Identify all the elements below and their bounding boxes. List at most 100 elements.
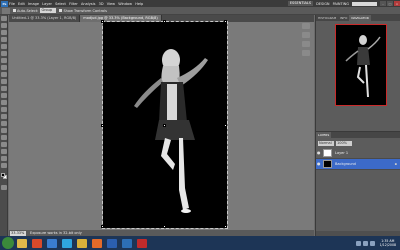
3d-rotate-tool-icon[interactable] (1, 142, 7, 147)
lock-icon: ▪ (394, 162, 397, 166)
clone-stamp-tool-icon[interactable] (1, 72, 7, 77)
move-tool-icon[interactable] (1, 16, 7, 21)
system-tray: 1:35 AM 1/12/2008 (355, 236, 400, 250)
menu-image[interactable]: Image (28, 2, 39, 6)
menu-file[interactable]: File (9, 2, 15, 6)
transform-center-point[interactable] (163, 124, 166, 127)
layer-row-background[interactable]: ● Background ▪ (316, 159, 400, 170)
transform-controls-checkbox[interactable] (59, 9, 63, 12)
nav-torso-shape (357, 47, 370, 65)
transform-handle[interactable] (163, 225, 166, 228)
blur-tool-icon[interactable] (1, 100, 7, 105)
layers-panel: LAYERS Normal 100% ● Layer 1 ● Backgroun… (316, 131, 400, 236)
dodge-tool-icon[interactable] (1, 107, 7, 112)
blend-mode-dropdown[interactable]: Normal (318, 140, 334, 146)
history-panel-icon[interactable] (302, 23, 310, 29)
menu-3d[interactable]: 3D (99, 2, 104, 6)
workspace-painting-link[interactable]: PAINTING (333, 2, 349, 6)
hand-tool-icon[interactable] (1, 156, 7, 161)
workspace-design-link[interactable]: DESIGN (316, 2, 330, 6)
maximize-icon[interactable]: □ (387, 1, 393, 6)
word-icon[interactable] (107, 238, 117, 248)
photoshop-icon[interactable] (122, 238, 132, 248)
menu-bar: File Edit Image Layer Select Filter Anal… (9, 2, 146, 6)
transform-handle[interactable] (224, 124, 227, 127)
volume-icon[interactable] (362, 240, 368, 246)
transform-handle[interactable] (224, 225, 227, 228)
menu-select[interactable]: Select (55, 2, 66, 6)
healing-brush-tool-icon[interactable] (1, 58, 7, 63)
skirt-shape (155, 120, 195, 140)
clone-source-panel-icon[interactable] (302, 50, 310, 56)
chrome-icon[interactable] (77, 238, 87, 248)
minimize-icon[interactable]: – (380, 1, 386, 6)
menu-analysis[interactable]: Analysis (81, 2, 95, 6)
eyedropper-tool-icon[interactable] (1, 51, 7, 56)
document-canvas[interactable] (101, 20, 228, 229)
pen-tool-icon[interactable] (1, 114, 7, 119)
transform-handle[interactable] (101, 225, 104, 228)
layer-row-layer-1[interactable]: ● Layer 1 (316, 148, 400, 159)
visibility-eye-icon[interactable]: ● (317, 162, 321, 166)
quick-mask-icon[interactable] (1, 185, 7, 190)
auto-select-checkbox[interactable] (13, 9, 16, 12)
menu-help[interactable]: Help (135, 2, 143, 6)
eraser-tool-icon[interactable] (1, 86, 7, 91)
media-player-icon[interactable] (32, 238, 42, 248)
transform-handle[interactable] (224, 20, 227, 23)
lasso-tool-icon[interactable] (1, 30, 7, 35)
tab-untitled-1[interactable]: Untitled-1 @ 33.3% (Layer 1, RGB/8) (9, 15, 81, 22)
menu-filter[interactable]: Filter (69, 2, 78, 6)
tab-modjud[interactable]: modjud.jpg @ 33.3% (Background, RGB/8) (80, 15, 162, 22)
foreground-color-swatch[interactable] (1, 173, 5, 177)
flag-icon[interactable] (369, 240, 375, 246)
clock[interactable]: 1:35 AM 1/12/2008 (380, 239, 396, 247)
history-brush-tool-icon[interactable] (1, 79, 7, 84)
gradient-tool-icon[interactable] (1, 93, 7, 98)
skype-icon[interactable] (62, 238, 72, 248)
menu-layer[interactable]: Layer (42, 2, 52, 6)
path-select-tool-icon[interactable] (1, 128, 7, 133)
collapsed-panel-icons (300, 22, 312, 82)
brush-tool-icon[interactable] (1, 65, 7, 70)
browser-icon[interactable] (47, 238, 57, 248)
3d-orbit-tool-icon[interactable] (1, 149, 7, 154)
menu-view[interactable]: View (107, 2, 115, 6)
nav-leg-shape (356, 66, 365, 84)
menu-edit[interactable]: Edit (18, 2, 25, 6)
left-arm-shape (134, 78, 163, 108)
layer-name: Background (335, 162, 356, 166)
opacity-field[interactable]: 100% (336, 140, 352, 146)
color-swatches[interactable] (0, 172, 8, 184)
auto-select-dropdown[interactable]: Group (40, 8, 57, 13)
quick-select-tool-icon[interactable] (1, 37, 7, 42)
transform-handle[interactable] (101, 124, 104, 127)
close-icon[interactable]: × (394, 1, 400, 6)
auto-select-label: Auto-Select: (17, 8, 39, 13)
network-icon[interactable] (355, 240, 361, 246)
move-tool-icon[interactable] (2, 7, 10, 14)
crop-tool-icon[interactable] (1, 44, 7, 49)
navigator-preview[interactable] (335, 24, 387, 106)
transform-handle[interactable] (101, 20, 104, 23)
transform-handle[interactable] (163, 20, 166, 23)
explorer-icon[interactable] (17, 238, 27, 248)
search-field[interactable] (352, 1, 377, 6)
marquee-tool-icon[interactable] (1, 23, 7, 28)
firefox-icon[interactable] (92, 238, 102, 248)
zoom-tool-icon[interactable] (1, 163, 7, 168)
menu-window[interactable]: Window (118, 2, 132, 6)
visibility-eye-icon[interactable]: ● (317, 151, 321, 155)
navigator-panel (316, 21, 400, 111)
actions-panel-icon[interactable] (302, 32, 310, 38)
type-tool-icon[interactable] (1, 121, 7, 126)
windows-taskbar: 1:35 AM 1/12/2008 (0, 236, 400, 250)
workspace-essentials-button[interactable]: ESSENTIALS (287, 1, 314, 6)
brush-panel-icon[interactable] (302, 41, 310, 47)
tab-layers[interactable]: LAYERS (316, 132, 332, 138)
acrobat-icon[interactable] (137, 238, 147, 248)
zoom-level-field[interactable]: 33.33% (10, 230, 26, 236)
shape-tool-icon[interactable] (1, 135, 7, 140)
start-button[interactable] (2, 237, 14, 249)
nav-head-shape (359, 35, 367, 45)
